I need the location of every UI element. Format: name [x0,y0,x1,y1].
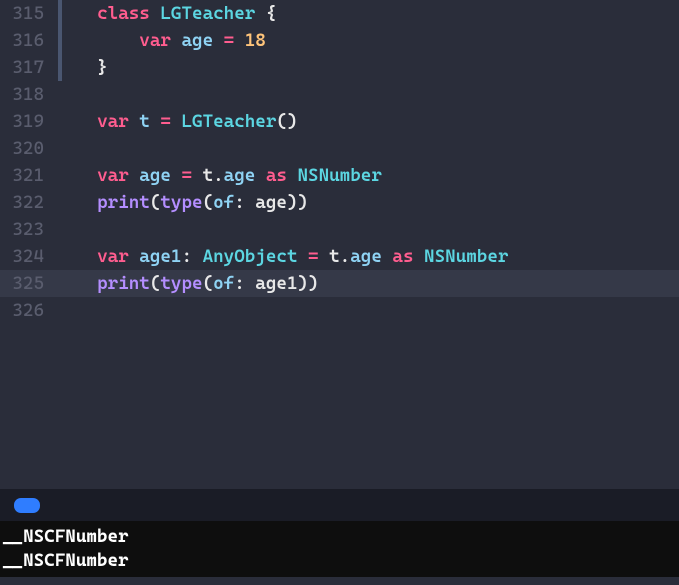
console-line: __NSCFNumber [2,549,677,573]
code-content[interactable]: class LGTeacher { [64,0,276,27]
code-line[interactable]: 321 var age = t.age as NSNumber [0,162,679,189]
line-number: 325 [0,270,58,297]
line-number: 316 [0,27,58,54]
code-editor: 315 class LGTeacher {316 var age = 18317… [0,0,679,585]
line-number: 323 [0,216,58,243]
change-marker [58,270,62,297]
code-content[interactable]: var t = LGTeacher() [64,108,297,135]
code-content[interactable] [64,135,76,162]
change-marker [58,54,62,81]
line-number: 326 [0,297,58,324]
code-content[interactable]: var age = t.age as NSNumber [64,162,382,189]
code-line[interactable]: 318 [0,81,679,108]
code-line[interactable]: 323 [0,216,679,243]
code-content[interactable]: print(type(of: age1)) [64,270,319,297]
change-marker [58,243,62,270]
change-marker [58,135,62,162]
code-line[interactable]: 315 class LGTeacher { [0,0,679,27]
change-marker [58,81,62,108]
console-header [0,489,679,521]
code-area[interactable]: 315 class LGTeacher {316 var age = 18317… [0,0,679,449]
code-content[interactable]: } [64,54,108,81]
line-number: 322 [0,189,58,216]
change-marker [58,27,62,54]
code-line[interactable]: 324 var age1: AnyObject = t.age as NSNum… [0,243,679,270]
change-marker [58,189,62,216]
code-content[interactable] [64,81,76,108]
code-content[interactable]: var age1: AnyObject = t.age as NSNumber [64,243,508,270]
change-marker [58,297,62,324]
code-content[interactable] [64,216,76,243]
code-line[interactable]: 326 [0,297,679,324]
line-number: 324 [0,243,58,270]
code-line[interactable]: 320 [0,135,679,162]
line-number: 321 [0,162,58,189]
code-line[interactable]: 317 } [0,54,679,81]
console-line: __NSCFNumber [2,525,677,549]
code-content[interactable] [64,297,76,324]
code-line[interactable]: 319 var t = LGTeacher() [0,108,679,135]
code-line[interactable]: 316 var age = 18 [0,27,679,54]
change-marker [58,162,62,189]
footer-spacer [0,577,679,585]
code-line[interactable]: 325 print(type(of: age1)) [0,270,679,297]
change-marker [58,0,62,27]
change-marker [58,108,62,135]
change-marker [58,216,62,243]
code-content[interactable]: var age = 18 [64,27,266,54]
line-number: 315 [0,0,58,27]
console-output[interactable]: __NSCFNumber__NSCFNumber [0,521,679,577]
line-number: 320 [0,135,58,162]
debug-pill-icon[interactable] [14,498,40,513]
line-number: 319 [0,108,58,135]
line-number: 318 [0,81,58,108]
line-number: 317 [0,54,58,81]
editor-separator [0,449,679,489]
code-content[interactable]: print(type(of: age)) [64,189,308,216]
code-line[interactable]: 322 print(type(of: age)) [0,189,679,216]
